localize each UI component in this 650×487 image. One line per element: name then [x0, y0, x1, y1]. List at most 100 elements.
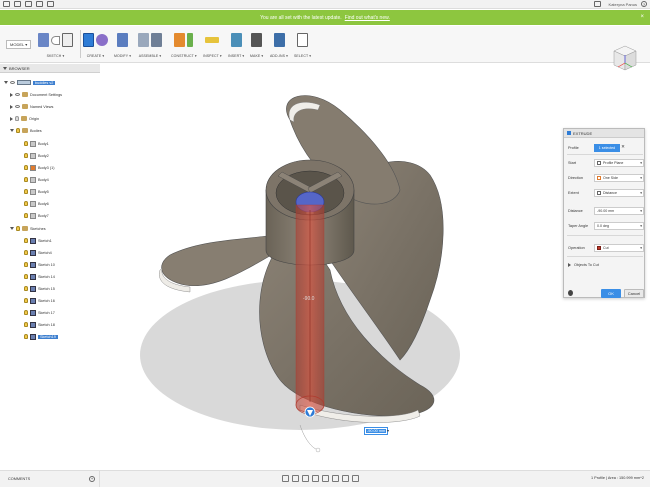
press-pull-icon[interactable]	[117, 33, 129, 47]
propeller-blade-left[interactable]	[161, 234, 281, 287]
lightbulb-icon[interactable]	[24, 213, 28, 218]
lightbulb-icon[interactable]	[24, 310, 28, 315]
addins-menu[interactable]: ADD-INS ▾	[270, 54, 288, 58]
insert-menu[interactable]: INSERT ▾	[228, 54, 244, 58]
tree-item[interactable]: Origin	[10, 114, 39, 123]
visibility-icon[interactable]	[10, 81, 15, 84]
lightbulb-icon[interactable]	[24, 334, 28, 339]
expand-icon[interactable]	[10, 116, 13, 121]
whats-new-link[interactable]: Find out what's new.	[345, 15, 390, 21]
help-icon[interactable]: ?	[641, 1, 647, 7]
tree-item-selected[interactable]: Sketch19	[24, 332, 58, 341]
offset-plane-icon[interactable]	[174, 33, 186, 47]
tree-item[interactable]: Named Views	[10, 102, 53, 111]
tree-item[interactable]: Sketch4	[24, 248, 52, 257]
tree-item[interactable]: Sketch 14	[24, 272, 55, 281]
grid-menu-icon[interactable]	[3, 1, 10, 7]
lightbulb-icon[interactable]	[24, 153, 28, 158]
info-icon[interactable]	[568, 290, 573, 296]
taper-field[interactable]: 0.0 deg ▾	[594, 221, 644, 230]
lightbulb-icon[interactable]	[24, 177, 28, 182]
chevron-down-icon[interactable]: ▾	[387, 428, 389, 433]
tree-item[interactable]: Bodies	[10, 126, 42, 135]
construct-menu[interactable]: CONSTRUCT ▾	[171, 54, 197, 58]
lightbulb-icon[interactable]	[24, 274, 28, 279]
tree-item[interactable]: Sketch 16	[24, 296, 55, 305]
lightbulb-icon[interactable]	[16, 226, 20, 231]
file-icon[interactable]	[14, 1, 21, 7]
fit-icon[interactable]	[322, 475, 329, 482]
lightbulb-icon[interactable]	[24, 238, 28, 243]
construct-group[interactable]: CONSTRUCT ▾	[171, 29, 197, 63]
lightbulb-icon[interactable]	[24, 322, 28, 327]
display-settings-icon[interactable]	[332, 475, 339, 482]
expand-icon[interactable]	[10, 129, 14, 132]
make-group[interactable]: MAKE ▾	[250, 29, 263, 63]
new-component-icon[interactable]	[138, 33, 149, 47]
lightbulb-icon[interactable]	[24, 141, 28, 146]
viewports-icon[interactable]	[352, 475, 359, 482]
inspect-menu[interactable]: INSPECT ▾	[203, 54, 222, 58]
tree-item[interactable]: Sketch1	[24, 236, 52, 245]
tree-item[interactable]: Sketch 18	[24, 320, 55, 329]
tree-item[interactable]: Sketch 15	[24, 284, 55, 293]
3d-print-icon[interactable]	[251, 33, 263, 47]
job-status-icon[interactable]	[593, 1, 601, 7]
lightbulb-icon[interactable]	[24, 286, 28, 291]
add-comment-icon[interactable]: +	[89, 476, 95, 482]
lightbulb-icon[interactable]	[16, 128, 20, 133]
joint-icon[interactable]	[151, 33, 162, 47]
expand-icon[interactable]	[10, 104, 13, 109]
tree-item[interactable]: Body4	[24, 175, 49, 184]
root-component-label[interactable]: buddies v2	[33, 80, 56, 85]
tree-item[interactable]: Body2	[24, 151, 49, 160]
sketch-group[interactable]: SKETCH ▾	[38, 29, 73, 63]
tree-item[interactable]: Body3 (1)	[24, 163, 54, 172]
lightbulb-icon[interactable]	[24, 165, 28, 170]
scripts-icon[interactable]	[273, 33, 285, 47]
addins-group[interactable]: ADD-INS ▾	[270, 29, 288, 63]
create-sketch-icon[interactable]	[38, 33, 49, 47]
tree-item[interactable]: Body1	[24, 139, 49, 148]
modify-menu[interactable]: MODIFY ▾	[114, 54, 131, 58]
dialog-header[interactable]: EXTRUDE	[564, 129, 644, 138]
look-at-icon[interactable]	[292, 475, 299, 482]
tree-item[interactable]: Body6	[24, 199, 49, 208]
lightbulb-icon[interactable]	[24, 262, 28, 267]
comments-panel[interactable]: COMMENTS +	[0, 471, 100, 487]
create-menu[interactable]: CREATE ▾	[87, 54, 104, 58]
lightbulb-icon[interactable]	[24, 250, 28, 255]
distance-input[interactable]: -90.00 mm	[364, 427, 388, 435]
distance-field[interactable]: -90.00 mm ▾	[594, 206, 644, 215]
lightbulb-icon[interactable]	[24, 298, 28, 303]
expand-icon[interactable]	[10, 227, 14, 230]
extrude-icon[interactable]	[83, 33, 94, 47]
redo-icon[interactable]	[47, 1, 54, 7]
zoom-icon[interactable]	[312, 475, 319, 482]
pan-icon[interactable]	[302, 475, 309, 482]
modify-group[interactable]: MODIFY ▾	[114, 29, 131, 63]
expand-icon[interactable]	[568, 262, 571, 267]
direction-dropdown[interactable]: One Side ▾	[594, 173, 644, 182]
distance-value[interactable]: -90.00 mm	[366, 429, 387, 433]
make-menu[interactable]: MAKE ▾	[250, 54, 263, 58]
extent-dropdown[interactable]: Distance ▾	[594, 188, 644, 197]
orbit-icon[interactable]	[282, 475, 289, 482]
ok-button[interactable]: OK	[601, 289, 621, 298]
expand-icon[interactable]	[4, 81, 8, 84]
midplane-icon[interactable]	[187, 33, 194, 47]
assemble-menu[interactable]: ASSEMBLE ▾	[139, 54, 162, 58]
undo-sketch-icon[interactable]	[51, 35, 60, 45]
tree-item[interactable]: Body7	[24, 211, 49, 220]
create-form-icon[interactable]	[96, 34, 108, 46]
select-group[interactable]: SELECT ▾	[294, 29, 311, 63]
user-name[interactable]: Kateryna Panus	[609, 2, 637, 7]
objects-to-cut-row[interactable]: Objects To Cut	[568, 260, 644, 269]
lightbulb-icon[interactable]	[24, 189, 28, 194]
cancel-button[interactable]: Cancel	[624, 289, 644, 298]
browser-header[interactable]: BROWSER	[0, 64, 100, 73]
create-group[interactable]: CREATE ▾	[83, 29, 108, 63]
collapse-icon[interactable]	[3, 66, 7, 70]
lightbulb-icon[interactable]	[24, 201, 28, 206]
tree-item[interactable]: Body5	[24, 187, 49, 196]
